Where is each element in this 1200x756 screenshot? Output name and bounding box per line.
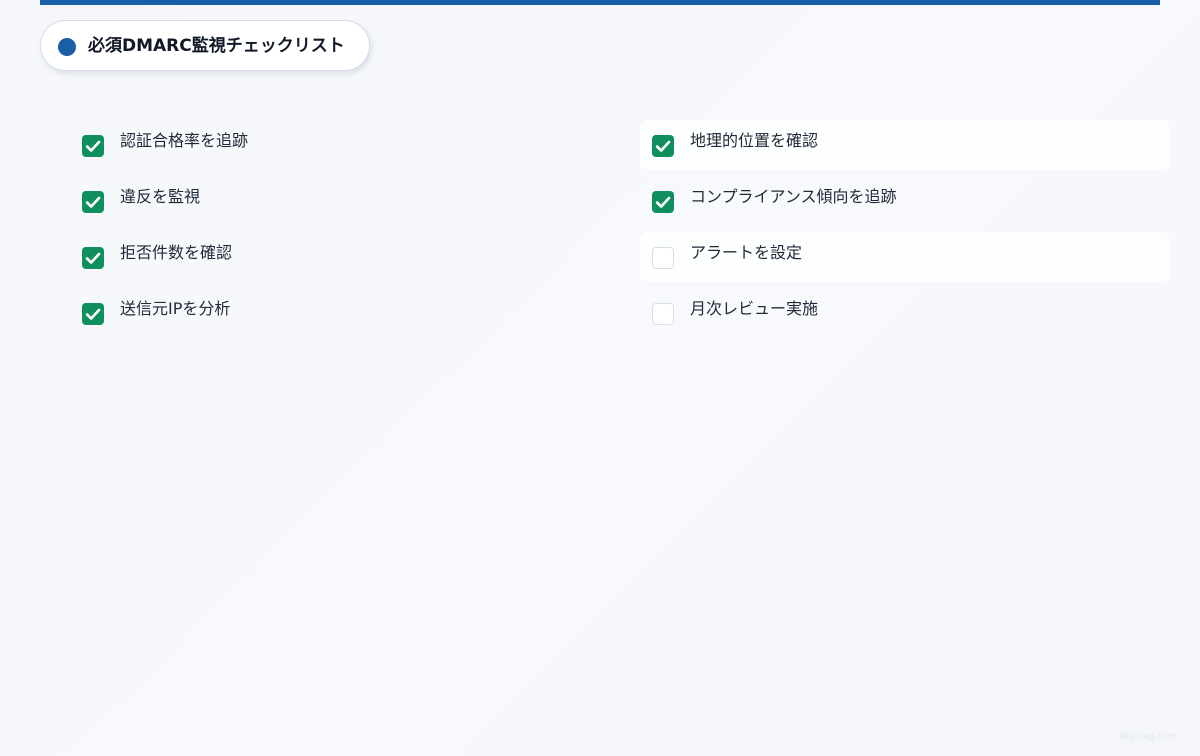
checklist-item-label: 拒否件数を確認 [120, 243, 233, 262]
checkbox-checked[interactable] [82, 247, 104, 269]
checkbox-checked[interactable] [652, 191, 674, 213]
checkmark-icon [85, 252, 101, 264]
checkbox-checked[interactable] [82, 191, 104, 213]
checklist-item-label: 違反を監視 [120, 187, 201, 206]
checklist-item[interactable]: 送信元IPを分析 [70, 288, 600, 338]
checklist-item-label: コンプライアンス傾向を追跡 [690, 187, 897, 206]
empty-checkbox-icon[interactable] [652, 247, 674, 269]
checklist-item-label: アラートを設定 [690, 243, 803, 262]
blue-dot-icon [58, 38, 76, 56]
checklist-item-label: 認証合格率を追跡 [120, 131, 249, 150]
checkmark-icon [85, 308, 101, 320]
empty-checkbox-icon[interactable] [652, 303, 674, 325]
top-accent-bar [40, 0, 1160, 5]
checklist-item[interactable]: アラートを設定 [640, 232, 1170, 282]
checkmark-icon [655, 140, 671, 152]
checklist-item[interactable]: 月次レビュー実施 [640, 288, 1170, 338]
checklist-item-label: 地理的位置を確認 [690, 131, 819, 150]
checkbox-checked[interactable] [652, 135, 674, 157]
checkbox-checked[interactable] [82, 135, 104, 157]
checklist-item[interactable]: コンプライアンス傾向を追跡 [640, 176, 1170, 226]
checklist-item[interactable]: 地理的位置を確認 [640, 120, 1170, 170]
checklist-item[interactable]: 認証合格率を追跡 [70, 120, 600, 170]
checklist: 認証合格率を追跡 地理的位置を確認 違反を監視 コンプライアンス傾向を追跡 拒否… [70, 120, 1170, 350]
checklist-item-label: 送信元IPを分析 [120, 299, 231, 318]
checkmark-icon [85, 140, 101, 152]
checkmark-icon [655, 196, 671, 208]
checklist-item[interactable]: 違反を監視 [70, 176, 600, 226]
checklist-item[interactable]: 拒否件数を確認 [70, 232, 600, 282]
checklist-title-pill: 必須DMARC監視チェックリスト [40, 20, 370, 71]
checklist-item-label: 月次レビュー実施 [690, 299, 819, 318]
watermark: skymag.com [1119, 731, 1176, 742]
checkbox-checked[interactable] [82, 303, 104, 325]
checkmark-icon [85, 196, 101, 208]
page-title: 必須DMARC監視チェックリスト [88, 36, 345, 56]
